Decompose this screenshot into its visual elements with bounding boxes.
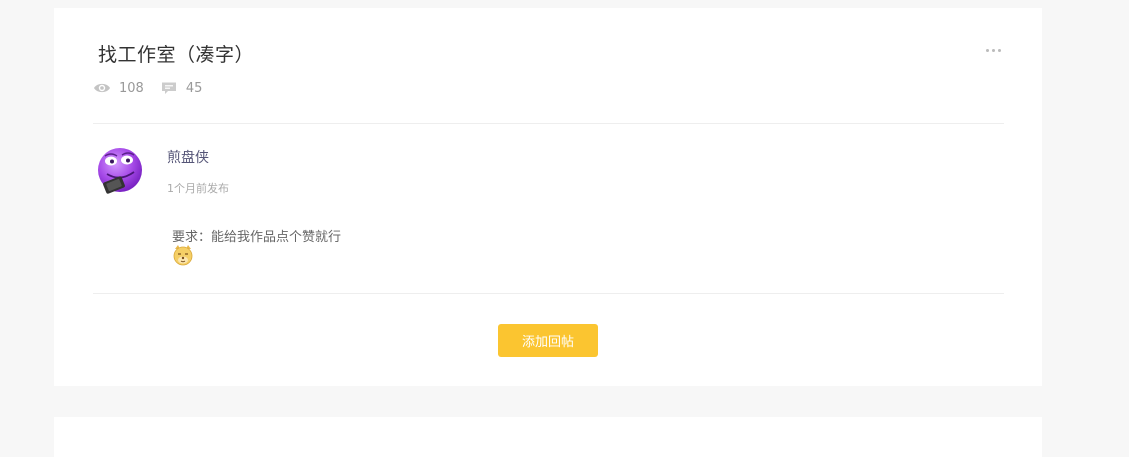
thread-title: 找工作室（凑字）: [98, 44, 255, 66]
eye-icon: [94, 83, 110, 93]
divider: [93, 293, 1004, 294]
thread-stats: 108 45: [93, 78, 218, 98]
more-options-icon[interactable]: [986, 46, 1004, 56]
author-name[interactable]: 煎盘侠: [167, 147, 209, 167]
comment-icon: [161, 82, 176, 94]
divider: [93, 123, 1004, 124]
post-content: 要求：能给我作品点个赞就行: [172, 230, 342, 245]
next-card: [54, 417, 1042, 457]
view-count: 108: [119, 80, 144, 96]
avatar[interactable]: [96, 146, 148, 198]
post-time: 1个月前发布: [167, 182, 229, 195]
thread-card: 找工作室（凑字） 108 45 煎盘侠 1个月前发布 要求：能给我作品点个赞就行…: [54, 8, 1042, 386]
comment-count: 45: [185, 80, 203, 96]
add-reply-button[interactable]: 添加回帖: [498, 324, 598, 357]
doge-emoji-icon: [173, 245, 193, 266]
